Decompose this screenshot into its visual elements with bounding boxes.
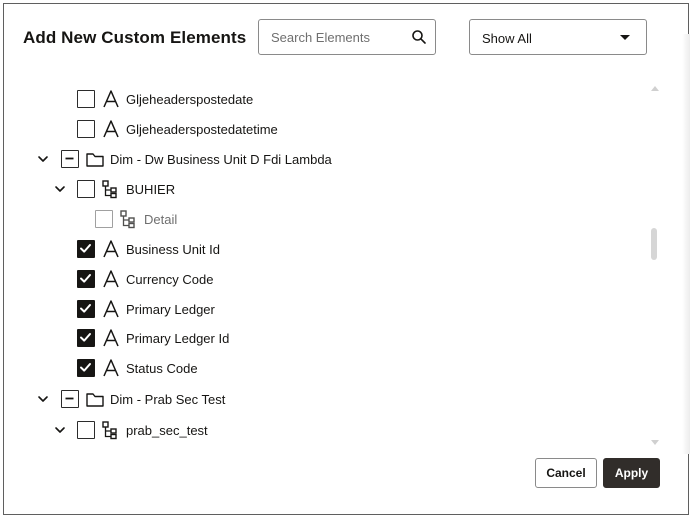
item-checkbox	[95, 210, 113, 228]
tree-item-label: Primary Ledger Id	[126, 331, 230, 346]
item-checkbox[interactable]	[61, 150, 79, 168]
add-custom-elements-dialog: Add New Custom Elements Show All Gljehea…	[3, 3, 690, 515]
chevron-down-icon[interactable]	[36, 152, 50, 166]
check-icon	[80, 274, 91, 283]
item-checkbox[interactable]	[77, 180, 95, 198]
tree-item-label: Dim - Dw Business Unit D Fdi Lambda	[110, 152, 332, 167]
apply-button[interactable]: Apply	[603, 458, 660, 488]
attribute-icon	[103, 359, 119, 377]
item-checkbox[interactable]	[77, 300, 95, 318]
hierarchy-icon	[102, 421, 117, 440]
check-icon	[80, 333, 91, 342]
tree-item[interactable]: Primary Ledger Id	[4, 327, 644, 351]
scroll-thumb[interactable]	[651, 228, 657, 260]
tree-item-label: Detail	[144, 212, 178, 227]
folder-icon	[86, 393, 104, 407]
scroll-down-icon[interactable]	[651, 440, 659, 445]
tree-item-label: Status Code	[126, 361, 198, 376]
chevron-down-icon[interactable]	[36, 392, 50, 406]
item-checkbox[interactable]	[77, 240, 95, 258]
tree-item-label: Dim - Prab Sec Test	[110, 392, 226, 407]
attribute-icon	[103, 329, 119, 347]
partial-check-icon	[65, 397, 74, 400]
scroll-up-icon[interactable]	[651, 86, 659, 91]
tree-item-label: Currency Code	[126, 272, 214, 287]
attribute-icon	[103, 300, 119, 318]
tree-item[interactable]: Detail	[4, 208, 644, 232]
tree-item[interactable]: Gljeheaderspostedate	[4, 88, 644, 112]
tree-item[interactable]: Gljeheaderspostedatetime	[4, 118, 644, 142]
item-checkbox[interactable]	[77, 90, 95, 108]
item-checkbox[interactable]	[77, 421, 95, 439]
attribute-icon	[103, 90, 119, 108]
tree-item[interactable]: Status Code	[4, 357, 644, 381]
cancel-button[interactable]: Cancel	[535, 458, 597, 488]
tree-item[interactable]: Business Unit Id	[4, 238, 644, 262]
tree-item[interactable]: prab_sec_test	[4, 419, 644, 443]
item-checkbox[interactable]	[77, 359, 95, 377]
tree-item-label: Primary Ledger	[126, 302, 215, 317]
hierarchy-icon	[120, 210, 135, 229]
partial-check-icon	[65, 157, 74, 160]
tree-item-label: Gljeheaderspostedatetime	[126, 122, 278, 137]
tree-scrollbar[interactable]	[647, 82, 663, 447]
tree-item-label: Business Unit Id	[126, 242, 220, 257]
check-icon	[80, 363, 91, 372]
item-checkbox[interactable]	[77, 270, 95, 288]
item-checkbox[interactable]	[77, 120, 95, 138]
tree-item[interactable]: Currency Code	[4, 268, 644, 292]
attribute-icon	[103, 270, 119, 288]
item-checkbox[interactable]	[77, 329, 95, 347]
attribute-icon	[103, 240, 119, 258]
panel-edge-shadow	[682, 34, 690, 454]
check-icon	[80, 244, 91, 253]
element-tree: Gljeheaderspostedate Gljeheaderspostedate…	[4, 4, 688, 514]
folder-icon	[86, 153, 104, 167]
item-checkbox[interactable]	[61, 390, 79, 408]
chevron-down-icon[interactable]	[53, 423, 67, 437]
attribute-icon	[103, 120, 119, 138]
tree-item[interactable]: Dim - Prab Sec Test	[4, 388, 644, 412]
hierarchy-icon	[102, 180, 117, 199]
tree-item[interactable]: BUHIER	[4, 178, 644, 202]
check-icon	[80, 304, 91, 313]
tree-item-label: Gljeheaderspostedate	[126, 92, 254, 107]
chevron-down-icon[interactable]	[53, 182, 67, 196]
tree-item-label: BUHIER	[126, 182, 176, 197]
tree-item[interactable]: Dim - Dw Business Unit D Fdi Lambda	[4, 148, 644, 172]
tree-item-label: prab_sec_test	[126, 423, 208, 438]
tree-item[interactable]: Primary Ledger	[4, 298, 644, 322]
